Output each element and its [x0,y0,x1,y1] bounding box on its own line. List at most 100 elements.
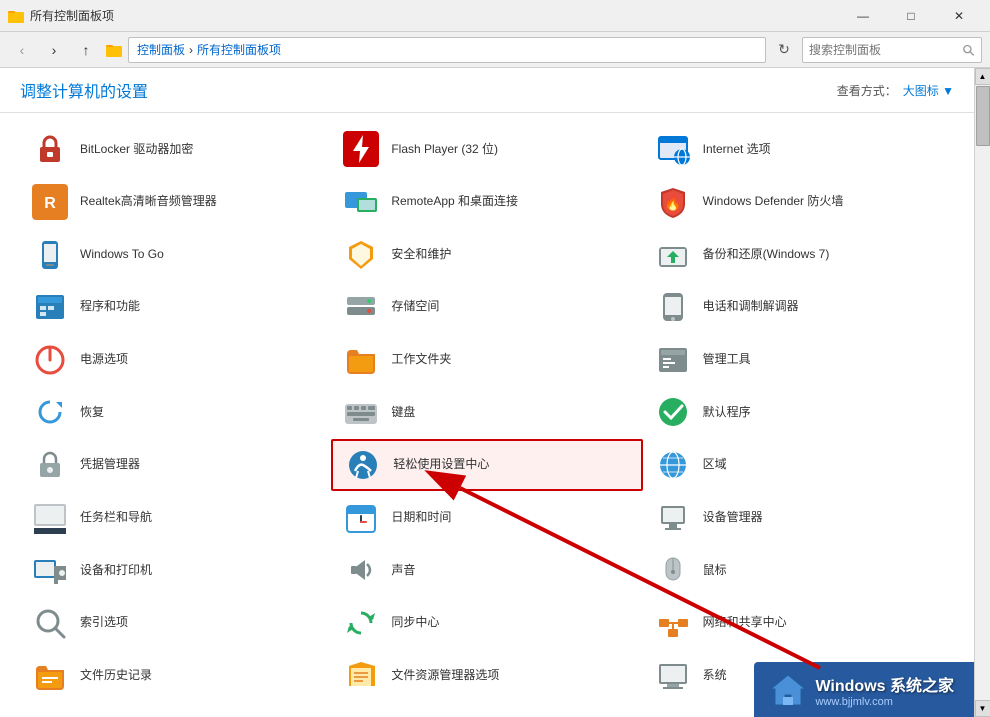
grid-item-backup[interactable]: 备份和还原(Windows 7) [643,228,954,281]
grid-item-fileoption[interactable]: 文件资源管理器选项 [331,649,642,702]
storage-icon [341,287,381,327]
breadcrumb-current: 所有控制面板项 [197,41,281,58]
system-icon [653,656,693,696]
search-icon [962,43,975,57]
phone-icon [653,287,693,327]
phone-label: 电话和调制解调器 [703,299,799,315]
grid-item-sync[interactable]: 同步中心 [331,597,642,650]
items-grid: BitLocker 驱动器加密 Flash Player (32 位) Inte… [0,113,974,712]
close-button[interactable]: ✕ [936,1,982,31]
grid-item-network[interactable]: 网络和共享中心 [643,597,954,650]
watermark-text: Windows 系统之家 www.bjjmlv.com [815,672,954,708]
fileoption-label: 文件资源管理器选项 [391,668,499,684]
credential-label: 凭据管理器 [80,457,140,473]
address-bar: ‹ › ↑ 控制面板 › 所有控制面板项 ↻ [0,32,990,68]
grid-item-security[interactable]: 安全和维护 [331,228,642,281]
filehistory-label: 文件历史记录 [80,668,152,684]
grid-item-restore[interactable]: 恢复 [20,386,331,439]
keyboard-icon [341,392,381,432]
back-button[interactable]: ‹ [8,36,36,64]
grid-item-default[interactable]: 默认程序 [643,386,954,439]
grid-item-sound[interactable]: 声音 [331,544,642,597]
grid-item-manage[interactable]: 管理工具 [643,334,954,387]
realtek-label: Realtek高清晰音频管理器 [80,194,217,210]
sound-label: 声音 [391,563,415,579]
maximize-button[interactable]: □ [888,1,934,31]
grid-item-program[interactable]: 程序和功能 [20,281,331,334]
grid-item-region[interactable]: 区域 [643,439,954,492]
grid-item-phone[interactable]: 电话和调制解调器 [643,281,954,334]
mouse-label: 鼠标 [703,563,727,579]
default-icon [653,392,693,432]
minimize-button[interactable]: — [840,1,886,31]
device-icon [30,550,70,590]
folder-icon [8,8,24,24]
scrollbar: ▲ ▼ [974,68,990,717]
restore-label: 恢复 [80,405,104,421]
view-label: 查看方式： [837,82,897,99]
scroll-thumb[interactable] [976,86,990,146]
panel-title: 调整计算机的设置 [20,78,148,102]
grid-item-internet[interactable]: Internet 选项 [643,123,954,176]
grid-item-filehistory[interactable]: 文件历史记录 [20,649,331,702]
system-label: 系统 [703,668,727,684]
grid-item-realtek[interactable]: R Realtek高清晰音频管理器 [20,176,331,229]
defender-label: Windows Defender 防火墙 [703,194,844,210]
power-label: 电源选项 [80,352,128,368]
grid-item-bitlocker[interactable]: BitLocker 驱动器加密 [20,123,331,176]
backup-icon [653,235,693,275]
scroll-down-button[interactable]: ▼ [975,700,990,717]
grid-item-easyaccess[interactable]: 轻松使用设置中心 [331,439,642,492]
device-label: 设备和打印机 [80,563,152,579]
index-icon [30,603,70,643]
scroll-track[interactable] [975,85,990,700]
keyboard-label: 键盘 [391,405,415,421]
program-label: 程序和功能 [80,299,140,315]
breadcrumb-folder-icon [106,42,122,58]
up-button[interactable]: ↑ [72,36,100,64]
grid-item-defender[interactable]: 🔥 Windows Defender 防火墙 [643,176,954,229]
grid-item-keyboard[interactable]: 键盘 [331,386,642,439]
grid-item-wintogo[interactable]: Windows To Go [20,228,331,281]
forward-button[interactable]: › [40,36,68,64]
grid-item-credential[interactable]: 凭据管理器 [20,439,331,492]
watermark-url: www.bjjmlv.com [815,696,892,708]
view-current-link[interactable]: 大图标 ▼ [903,82,954,99]
restore-icon [30,392,70,432]
workfolder-icon [341,340,381,380]
grid-item-mouse[interactable]: 鼠标 [643,544,954,597]
region-icon [653,445,693,485]
grid-item-remoteapp[interactable]: RemoteApp 和桌面连接 [331,176,642,229]
refresh-button[interactable]: ↻ [770,37,798,63]
security-label: 安全和维护 [391,247,451,263]
grid-item-flash[interactable]: Flash Player (32 位) [331,123,642,176]
grid-item-device[interactable]: 设备和打印机 [20,544,331,597]
grid-item-workfolder[interactable]: 工作文件夹 [331,334,642,387]
remoteapp-icon [341,182,381,222]
grid-item-taskbar[interactable]: 任务栏和导航 [20,491,331,544]
datetime-icon [341,498,381,538]
remoteapp-label: RemoteApp 和桌面连接 [391,194,518,210]
search-box[interactable] [802,37,982,63]
taskbar-label: 任务栏和导航 [80,510,152,526]
watermark-title: Windows 系统之家 [815,672,954,696]
region-label: 区域 [703,457,727,473]
scroll-up-button[interactable]: ▲ [975,68,990,85]
backup-label: 备份和还原(Windows 7) [703,247,830,263]
storage-label: 存储空间 [391,299,439,315]
grid-item-datetime[interactable]: 日期和时间 [331,491,642,544]
main-panel: 调整计算机的设置 查看方式： 大图标 ▼ BitLocker 驱动器加密 Fla… [0,68,974,717]
devicemgr-label: 设备管理器 [703,510,763,526]
search-input[interactable] [809,43,958,57]
address-input[interactable]: 控制面板 › 所有控制面板项 [128,37,766,63]
grid-item-devicemgr[interactable]: 设备管理器 [643,491,954,544]
fileoption-icon [341,656,381,696]
svg-text:R: R [44,195,56,212]
easyaccess-label: 轻松使用设置中心 [393,457,489,473]
sync-icon [341,603,381,643]
sound-icon [341,550,381,590]
grid-item-storage[interactable]: 存储空间 [331,281,642,334]
title-bar-text: 所有控制面板项 [30,7,114,24]
grid-item-power[interactable]: 电源选项 [20,334,331,387]
grid-item-index[interactable]: 索引选项 [20,597,331,650]
